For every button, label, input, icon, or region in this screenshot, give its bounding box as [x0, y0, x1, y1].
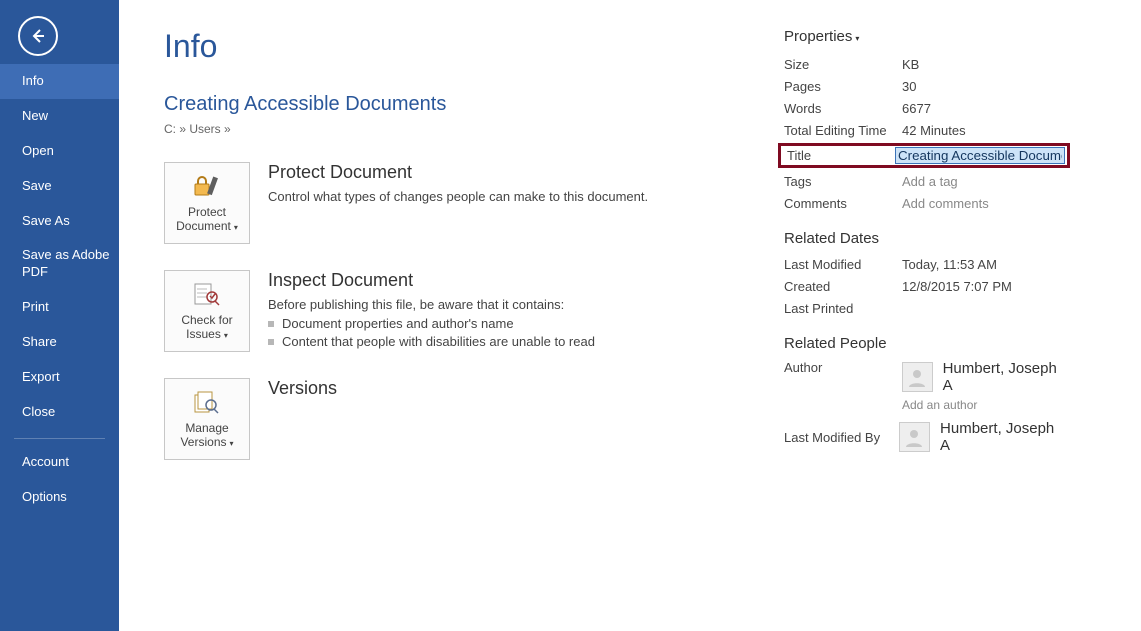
manage-versions-button[interactable]: Manage Versions▾: [164, 378, 250, 460]
inspect-title: Inspect Document: [268, 270, 595, 291]
nav-save-adobe-pdf[interactable]: Save as Adobe PDF: [0, 238, 119, 290]
avatar-icon: [899, 422, 930, 452]
prop-comments[interactable]: CommentsAdd comments: [784, 194, 1064, 212]
nav-save-as[interactable]: Save As: [0, 204, 119, 239]
nav-options[interactable]: Options: [0, 480, 119, 515]
nav-print[interactable]: Print: [0, 290, 119, 325]
related-dates-heading: Related Dates: [784, 230, 1064, 247]
nav-new[interactable]: New: [0, 99, 119, 134]
manage-versions-label: Manage Versions▾: [165, 421, 249, 450]
prop-words: Words6677: [784, 99, 1064, 117]
related-people-heading: Related People: [784, 335, 1064, 352]
nav-open[interactable]: Open: [0, 134, 119, 169]
protect-document-label: Protect Document▾: [165, 205, 249, 234]
protect-desc: Control what types of changes people can…: [268, 189, 648, 204]
nav-divider: [14, 438, 105, 439]
properties-panel: Properties▾ SizeKB Pages30 Words6677 Tot…: [784, 28, 1084, 631]
backstage-sidebar: Info New Open Save Save As Save as Adobe…: [0, 0, 119, 631]
versions-title: Versions: [268, 378, 337, 399]
last-modified-person[interactable]: Humbert, Joseph A: [899, 420, 1064, 454]
add-author-link[interactable]: Add an author: [902, 398, 1064, 412]
versions-icon: [192, 389, 222, 415]
nav-share[interactable]: Share: [0, 325, 119, 360]
prop-last-printed: Last Printed: [784, 299, 1064, 317]
nav-info[interactable]: Info: [0, 64, 119, 99]
nav-account[interactable]: Account: [0, 445, 119, 480]
prop-tags[interactable]: TagsAdd a tag: [784, 172, 1064, 190]
title-input[interactable]: [895, 147, 1065, 164]
author-person[interactable]: Humbert, Joseph A: [902, 360, 1064, 394]
prop-author: Author Humbert, Joseph A Add an author: [784, 360, 1064, 412]
checklist-icon: [192, 281, 222, 307]
document-path: C: » Users »: [164, 122, 784, 136]
versions-section: Manage Versions▾ Versions: [164, 378, 784, 460]
versions-text: Versions: [268, 378, 337, 460]
prop-last-modified-by: Last Modified By Humbert, Joseph A: [784, 420, 1064, 454]
back-button[interactable]: [18, 16, 58, 56]
prop-last-modified: Last ModifiedToday, 11:53 AM: [784, 255, 1064, 273]
document-title[interactable]: Creating Accessible Documents: [164, 93, 784, 116]
nav-export[interactable]: Export: [0, 360, 119, 395]
inspect-section: Check for Issues▾ Inspect Document Befor…: [164, 270, 784, 352]
inspect-item: Document properties and author's name: [282, 316, 595, 331]
main-panel: Info Creating Accessible Documents C: » …: [119, 0, 1141, 631]
check-issues-button[interactable]: Check for Issues▾: [164, 270, 250, 352]
prop-editing-time: Total Editing Time42 Minutes: [784, 121, 1064, 139]
protect-text: Protect Document Control what types of c…: [268, 162, 648, 244]
protect-document-button[interactable]: Protect Document▾: [164, 162, 250, 244]
inspect-desc: Before publishing this file, be aware th…: [268, 297, 595, 312]
inspect-text: Inspect Document Before publishing this …: [268, 270, 595, 352]
prop-pages: Pages30: [784, 77, 1064, 95]
properties-dropdown[interactable]: Properties▾: [784, 28, 1064, 45]
nav-save[interactable]: Save: [0, 169, 119, 204]
avatar-icon: [902, 362, 933, 392]
info-content: Info Creating Accessible Documents C: » …: [164, 28, 784, 631]
check-issues-label: Check for Issues▾: [165, 313, 249, 342]
prop-created: Created12/8/2015 7:07 PM: [784, 277, 1064, 295]
nav-close[interactable]: Close: [0, 395, 119, 430]
prop-title-label: Title: [783, 148, 895, 163]
protect-section: Protect Document▾ Protect Document Contr…: [164, 162, 784, 244]
prop-title-row: Title: [778, 143, 1070, 168]
page-heading: Info: [164, 28, 784, 65]
lock-icon: [192, 173, 222, 199]
protect-title: Protect Document: [268, 162, 648, 183]
inspect-item: Content that people with disabilities ar…: [282, 334, 595, 349]
prop-size: SizeKB: [784, 55, 1064, 73]
